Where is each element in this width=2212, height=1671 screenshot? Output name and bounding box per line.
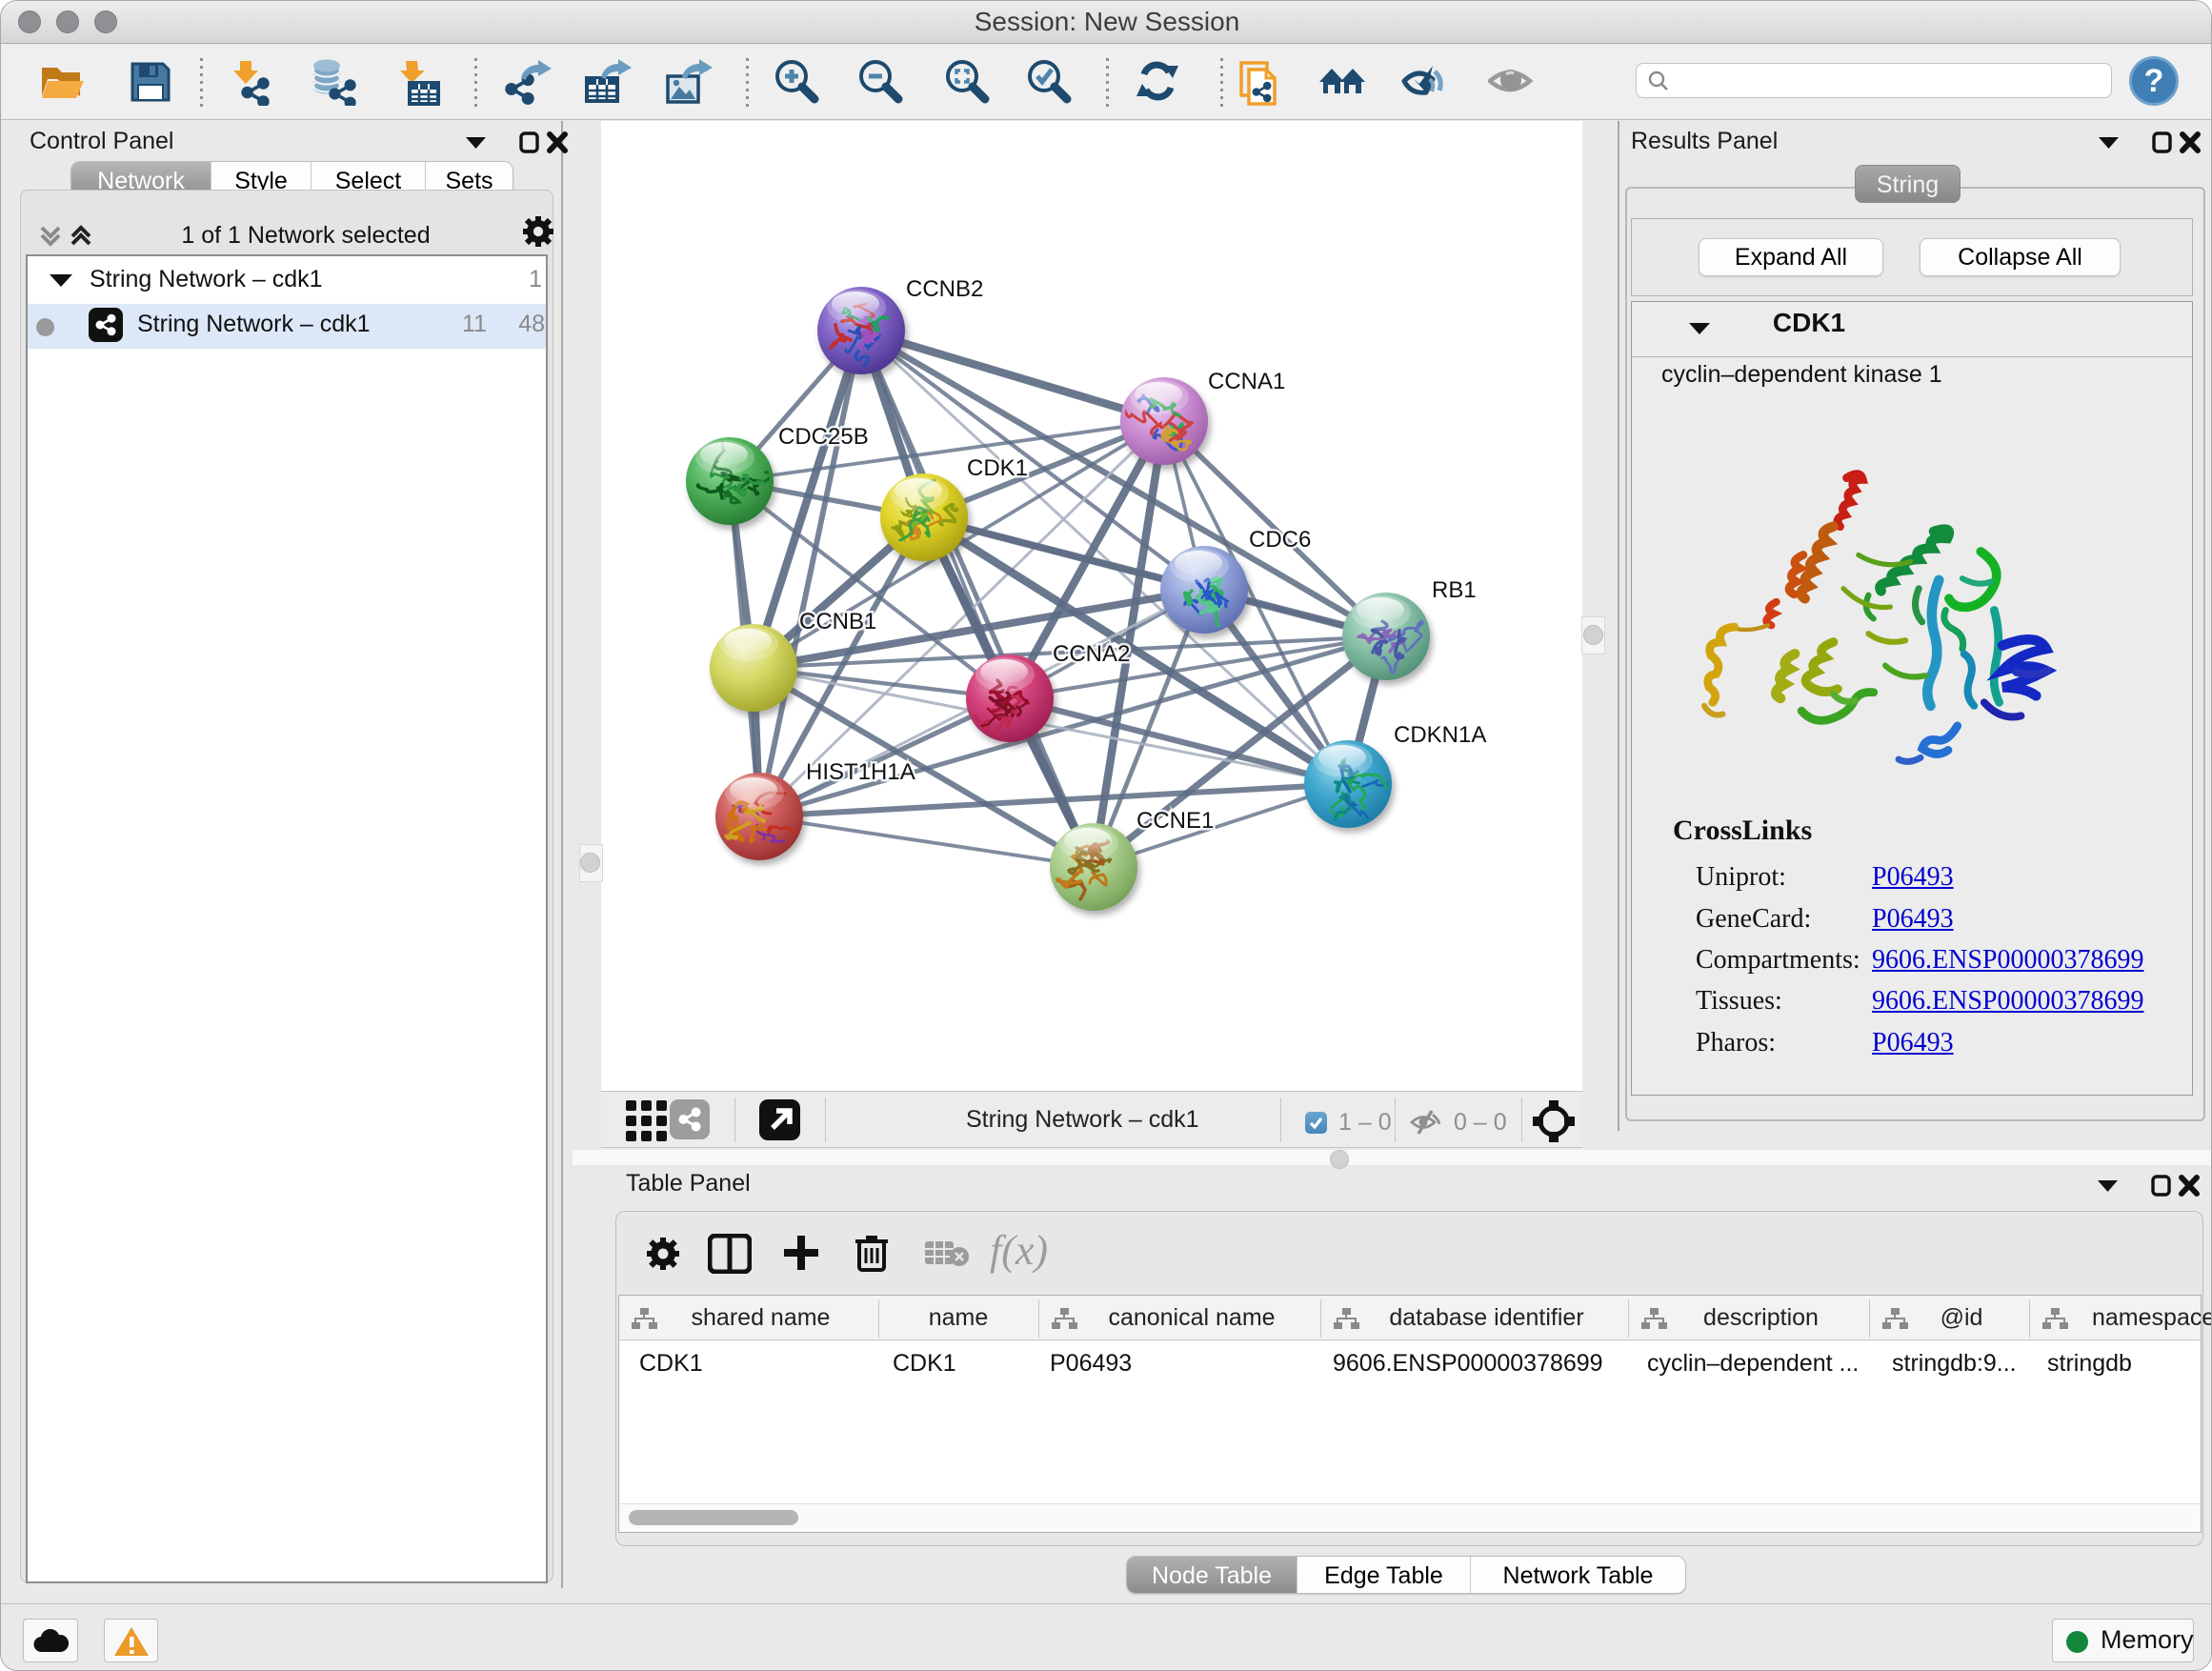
svg-text:CCNA2: CCNA2 [1053,641,1130,667]
svg-text:CCNB2: CCNB2 [906,276,983,302]
svg-text:CDC6: CDC6 [1249,527,1311,553]
svg-text:CDC25B: CDC25B [778,424,869,450]
svg-text:CDK1: CDK1 [967,455,1028,481]
svg-text:CCNE1: CCNE1 [1136,808,1214,834]
svg-text:CCNB1: CCNB1 [799,609,876,634]
svg-text:CCNA1: CCNA1 [1208,369,1285,394]
svg-text:HIST1H1A: HIST1H1A [806,759,915,785]
svg-text:RB1: RB1 [1432,577,1477,603]
svg-text:CDKN1A: CDKN1A [1394,722,1486,748]
